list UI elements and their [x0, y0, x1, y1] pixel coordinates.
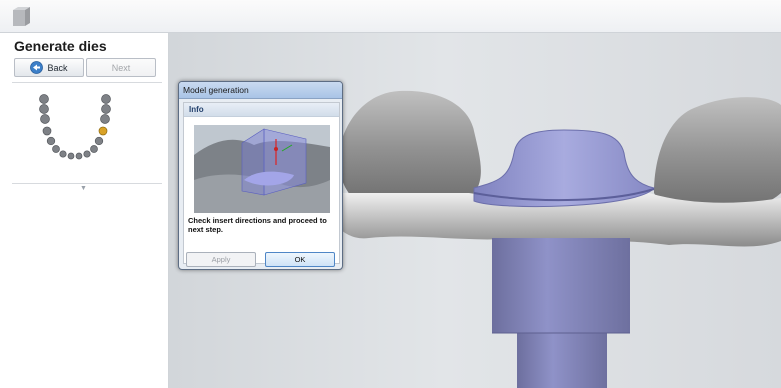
ok-button[interactable]: OK — [265, 252, 335, 267]
back-button-label: Back — [47, 62, 68, 73]
tooth-chart[interactable] — [24, 91, 134, 181]
ok-button-label: OK — [294, 255, 306, 264]
right-tooth — [654, 97, 781, 212]
die-pin-stem — [517, 333, 607, 388]
insert-direction-preview — [194, 125, 330, 213]
tooth-icon[interactable] — [67, 152, 75, 160]
tooth-icon[interactable] — [94, 136, 104, 146]
next-button-label: Next — [111, 62, 131, 73]
tooth-icon[interactable] — [40, 114, 50, 124]
tooth-icon[interactable] — [100, 114, 110, 124]
chevron-down-icon[interactable]: ▼ — [80, 185, 87, 192]
left-tooth — [338, 90, 481, 203]
tooth-icon[interactable] — [101, 104, 111, 114]
tooth-icons — [39, 94, 111, 160]
page-title: Generate dies — [14, 38, 107, 54]
tooth-icon[interactable] — [101, 94, 111, 104]
back-button[interactable]: Back — [14, 58, 84, 77]
model-generation-dialog[interactable]: Model generation Info Check insert direc… — [178, 81, 343, 270]
tooth-icon[interactable] — [46, 136, 56, 146]
die-pin — [492, 238, 630, 333]
info-label: Info — [189, 105, 204, 114]
dialog-titlebar[interactable]: Model generation — [179, 82, 342, 99]
apply-button-label: Apply — [211, 255, 231, 264]
dialog-title: Model generation — [183, 85, 249, 95]
divider — [12, 183, 162, 184]
info-section: Info Check insert directions and proceed… — [183, 102, 340, 264]
tooth-icon[interactable] — [39, 104, 49, 114]
info-header: Info — [184, 103, 339, 117]
tooth-icon[interactable] — [52, 145, 60, 153]
tooth-icon[interactable] — [75, 152, 83, 160]
model-icon[interactable] — [10, 6, 32, 28]
tooth-icon[interactable] — [90, 145, 98, 153]
tooth-icon[interactable] — [42, 126, 52, 136]
top-toolbar — [0, 0, 781, 33]
info-message: Check insert directions and proceed to n… — [188, 216, 327, 234]
back-arrow-icon — [30, 61, 44, 74]
tooth-icon[interactable] — [39, 94, 49, 104]
tooth-icon[interactable] — [59, 150, 67, 158]
tooth-icon[interactable] — [83, 150, 91, 158]
divider — [12, 82, 162, 83]
apply-button[interactable]: Apply — [186, 252, 256, 267]
tooth-icon-selected[interactable] — [98, 126, 108, 136]
left-panel: Generate dies Back Next ▼ — [8, 33, 169, 388]
next-button[interactable]: Next — [86, 58, 156, 77]
